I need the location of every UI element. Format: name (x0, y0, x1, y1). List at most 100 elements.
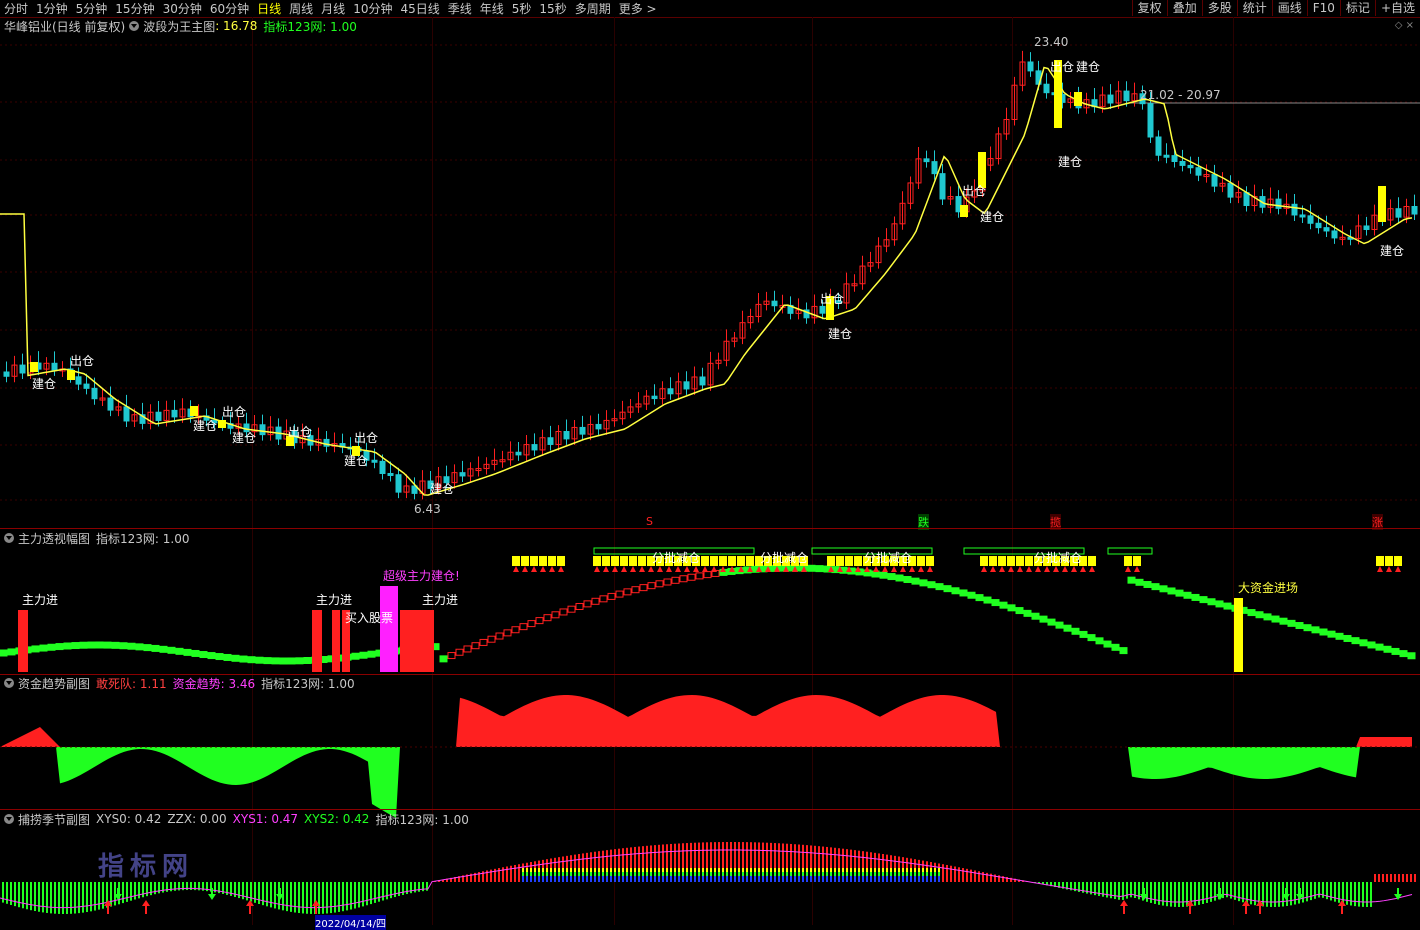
season-bar (782, 876, 784, 882)
reduce-marker (602, 556, 610, 566)
reduce-marker (746, 556, 754, 566)
season-bar (842, 872, 844, 876)
season-bar (1214, 882, 1216, 901)
season-bar (650, 868, 652, 872)
buy-arrow (142, 900, 150, 914)
season-bar (82, 882, 84, 913)
volume-bar (103, 641, 112, 649)
panel4-menu-icon[interactable] (4, 814, 14, 824)
reduce-arrow (1026, 566, 1032, 572)
reduce-marker (998, 556, 1006, 566)
season-bar (590, 876, 592, 882)
season-bar (910, 872, 912, 876)
volume-bar (31, 645, 40, 653)
season-bar (1130, 882, 1132, 898)
season-bar (366, 882, 368, 906)
season-bar (798, 868, 800, 872)
season-bar (910, 868, 912, 872)
volume-bar (815, 565, 824, 573)
candle (819, 305, 826, 314)
volume-bar (1079, 630, 1088, 638)
season-bar (530, 872, 532, 876)
stock-chart[interactable] (0, 0, 1420, 925)
season-bar (614, 876, 616, 882)
volume-bar (1023, 609, 1032, 617)
candle (379, 460, 386, 474)
panel4-v4: XYS2: 0.42 (304, 812, 370, 826)
season-bar (662, 868, 664, 872)
candle (563, 431, 570, 440)
season-bar (758, 872, 760, 876)
volume-bar (1279, 617, 1288, 625)
season-bar (150, 882, 152, 896)
season-bar (798, 876, 800, 882)
volume-bar (527, 620, 536, 628)
fund-trend-down-area (0, 747, 1412, 818)
volume-bar (1319, 628, 1328, 636)
season-bar (1334, 882, 1336, 902)
candle (51, 362, 58, 371)
reduce-arrow (666, 566, 672, 572)
season-bar (914, 876, 916, 882)
season-bar (1198, 882, 1200, 905)
volume-bar (271, 657, 280, 665)
volume-bar (911, 577, 920, 585)
season-bar (878, 872, 880, 876)
season-bar (842, 876, 844, 882)
panel3-menu-icon[interactable] (4, 678, 14, 688)
season-bar (622, 868, 624, 872)
volume-bar (695, 572, 704, 580)
season-bar (310, 882, 312, 914)
reduce-marker (638, 556, 646, 566)
season-bar (682, 868, 684, 872)
season-bar (886, 872, 888, 876)
reduce-arrow (1062, 566, 1068, 572)
volume-bar (663, 578, 672, 586)
season-bar (1146, 882, 1148, 902)
candle (1395, 208, 1402, 218)
panel2-net-label: 指标123网: 1.00 (96, 531, 190, 546)
volume-bar (679, 575, 688, 583)
season-bar (694, 876, 696, 882)
panel2-title: 主力透视幅图 指标123网: 1.00 (0, 530, 190, 546)
signal-label: 出仓 (820, 292, 845, 306)
season-bar (822, 868, 824, 872)
season-bar (22, 882, 24, 909)
season-bar (666, 876, 668, 882)
reduce-arrow (675, 566, 681, 572)
season-bar (1150, 882, 1152, 903)
season-bar (370, 882, 372, 905)
volume-bar (295, 657, 304, 665)
reduce-arrow (900, 566, 906, 572)
volume-bar (1175, 589, 1184, 597)
season-bar (942, 864, 944, 882)
volume-bar (1327, 630, 1336, 638)
candle (1299, 214, 1306, 218)
season-bar (818, 868, 820, 872)
season-bar (158, 882, 160, 894)
reduce-arrow (648, 566, 654, 572)
volume-bar (1367, 641, 1376, 649)
volume-bar (1039, 615, 1048, 623)
season-bar (330, 882, 332, 914)
candle (371, 459, 378, 463)
reduce-arrow (612, 566, 618, 572)
panel2-menu-icon[interactable] (4, 533, 14, 543)
season-bar (798, 872, 800, 876)
season-bar (1314, 882, 1316, 899)
panel2-label: 主力进 (316, 593, 353, 607)
season-bar (558, 872, 560, 876)
season-bar (606, 868, 608, 872)
season-bar (1370, 882, 1372, 907)
season-bar (914, 868, 916, 872)
volume-bar (1407, 652, 1416, 660)
volume-bar (671, 576, 680, 584)
season-bar (90, 882, 92, 912)
panel2-label: 分批减仓 (1034, 551, 1083, 565)
season-bar (862, 876, 864, 882)
volume-bar (1071, 627, 1080, 635)
volume-bar (1015, 607, 1024, 615)
season-bar (934, 872, 936, 876)
season-bar (634, 872, 636, 876)
season-bar (846, 868, 848, 872)
